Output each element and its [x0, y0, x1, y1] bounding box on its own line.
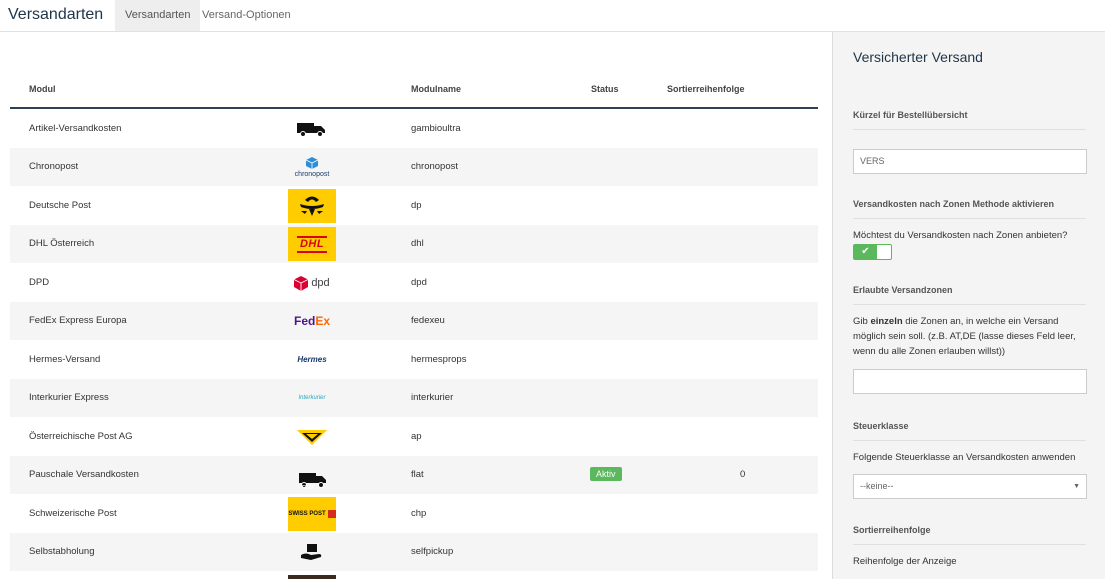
modul-cell: Schweizerische Post	[29, 508, 117, 519]
status-cell: Aktiv	[590, 456, 622, 494]
steuerklasse-select[interactable]: --keine-- ▼	[853, 474, 1087, 499]
modul-cell: Chronopost	[29, 161, 79, 172]
kuerzel-input[interactable]: VERS	[853, 149, 1087, 174]
zonen-toggle[interactable]: ✔	[853, 244, 892, 260]
partial-logo	[288, 575, 336, 579]
check-icon: ✔	[854, 245, 877, 259]
table-header: Modul Modulname Status Sortierreihenfolg…	[10, 74, 818, 109]
table-row[interactable]: Hermes-Versand Hermes hermesprops	[10, 341, 818, 379]
page-title: Versandarten	[8, 6, 104, 23]
table-row[interactable]: Pauschale Versandkosten FLAT flat Aktiv …	[10, 456, 818, 494]
table-row[interactable]: DHL Österreich DHL dhl	[10, 225, 818, 263]
dhl-logo-text: DHL	[296, 235, 328, 253]
column-header-status: Status	[591, 84, 619, 94]
fedex-logo-fed: Fed	[293, 314, 316, 328]
table-row[interactable]: Chronopost chronopost chronopost	[10, 148, 818, 186]
modul-cell: Österreichische Post AG	[29, 431, 133, 442]
hermes-logo: Hermes	[288, 343, 336, 377]
top-bar: Versandarten Versandarten Versand-Option…	[0, 0, 1105, 32]
table-row[interactable]: Artikel-Versandkosten gambioultra	[10, 110, 818, 148]
chronopost-logo: chronopost	[288, 150, 336, 184]
austrian-post-logo	[288, 420, 336, 454]
erlaubte-zonen-help: Gib einzeln die Zonen an, in welche ein …	[853, 314, 1089, 359]
chevron-down-icon: ▼	[1073, 483, 1080, 490]
help-text-a: Gib	[853, 316, 871, 327]
modulname-cell: hermesprops	[411, 354, 467, 365]
table-row[interactable]: Selbstabholung selfpickup	[10, 533, 818, 571]
swiss-cross-icon	[327, 510, 336, 518]
column-header-sortierreihenfolge: Sortierreihenfolge	[667, 84, 745, 94]
table-row[interactable]: FedEx Express Europa FedEx fedexeu	[10, 302, 818, 340]
deutsche-post-logo	[288, 189, 336, 223]
flat-truck-icon: FLAT	[288, 458, 336, 492]
help-text-bold: einzeln	[870, 316, 903, 327]
tab-versand-optionen[interactable]: Versand-Optionen	[192, 0, 301, 31]
modulname-cell: flat	[411, 469, 424, 480]
selfpickup-icon	[288, 535, 336, 569]
modul-cell: Interkurier Express	[29, 392, 109, 403]
status-badge: Aktiv	[590, 467, 622, 482]
column-header-modul: Modul	[29, 84, 56, 94]
modulname-cell: fedexeu	[411, 315, 445, 326]
column-header-modulname: Modulname	[411, 84, 462, 94]
modul-cell: Selbstabholung	[29, 546, 95, 557]
truck-icon	[288, 112, 336, 146]
table-row[interactable]: Interkurier Express Interkurier interkur…	[10, 379, 818, 417]
main-content: Modul Modulname Status Sortierreihenfolg…	[0, 32, 832, 579]
modul-cell: Deutsche Post	[29, 200, 91, 211]
modulname-cell: chp	[411, 508, 427, 519]
sortierreihenfolge-heading: Sortierreihenfolge	[853, 525, 1086, 545]
fedex-logo: FedEx	[288, 304, 336, 338]
settings-sidebar: Versicherter Versand Kürzel für Bestellü…	[832, 32, 1105, 579]
modulname-cell: ap	[411, 431, 422, 442]
zonen-heading: Versandkosten nach Zonen Methode aktivie…	[853, 199, 1086, 219]
steuerklasse-select-value: --keine--	[860, 481, 894, 491]
sidebar-title: Versicherter Versand	[853, 49, 983, 65]
interkurier-logo: Interkurier	[288, 381, 336, 415]
dpd-logo: dpd	[288, 266, 336, 300]
swiss-post-logo: SWISS POST	[288, 497, 336, 531]
table-row[interactable]: Deutsche Post dp	[10, 187, 818, 225]
dhl-logo: DHL	[288, 227, 336, 261]
kuerzel-label: Kürzel für Bestellübersicht	[853, 110, 1086, 130]
interkurier-logo-text: Interkurier	[298, 395, 326, 401]
modul-cell: Artikel-Versandkosten	[29, 123, 122, 134]
sort-cell: 0	[740, 469, 746, 480]
steuerklasse-heading: Steuerklasse	[853, 421, 1086, 441]
steuerklasse-text: Folgende Steuerklasse an Versandkosten a…	[853, 452, 1076, 463]
modul-cell: DHL Österreich	[29, 238, 95, 249]
hermes-logo-text: Hermes	[297, 355, 327, 364]
table-row[interactable]: DPD dpd dpd	[10, 264, 818, 302]
modulname-cell: gambioultra	[411, 123, 461, 134]
modulname-cell: dpd	[411, 277, 427, 288]
modul-cell: FedEx Express Europa	[29, 315, 127, 326]
tab-versandarten[interactable]: Versandarten	[115, 0, 201, 31]
table-row[interactable]: Österreichische Post AG ap	[10, 418, 818, 456]
modulname-cell: dhl	[411, 238, 424, 249]
erlaubte-zonen-heading: Erlaubte Versandzonen	[853, 285, 1086, 305]
modul-cell: Pauschale Versandkosten	[29, 469, 139, 480]
modul-cell: DPD	[29, 277, 50, 288]
table-row[interactable]: Schweizerische Post SWISS POST chp	[10, 495, 818, 533]
fedex-logo-ex: Ex	[315, 314, 331, 328]
swiss-post-logo-text: SWISS POST	[288, 511, 326, 517]
dpd-logo-text: dpd	[311, 276, 330, 289]
modulname-cell: dp	[411, 200, 422, 211]
sortierreihenfolge-text: Reihenfolge der Anzeige	[853, 556, 957, 567]
modulname-cell: selfpickup	[411, 546, 454, 557]
modulname-cell: interkurier	[411, 392, 454, 403]
modulname-cell: chronopost	[411, 161, 459, 172]
modul-cell: Hermes-Versand	[29, 354, 101, 365]
chronopost-logo-text: chronopost	[294, 170, 330, 178]
erlaubte-zonen-input[interactable]	[853, 369, 1087, 394]
zonen-question: Möchtest du Versandkosten nach Zonen anb…	[853, 230, 1068, 241]
